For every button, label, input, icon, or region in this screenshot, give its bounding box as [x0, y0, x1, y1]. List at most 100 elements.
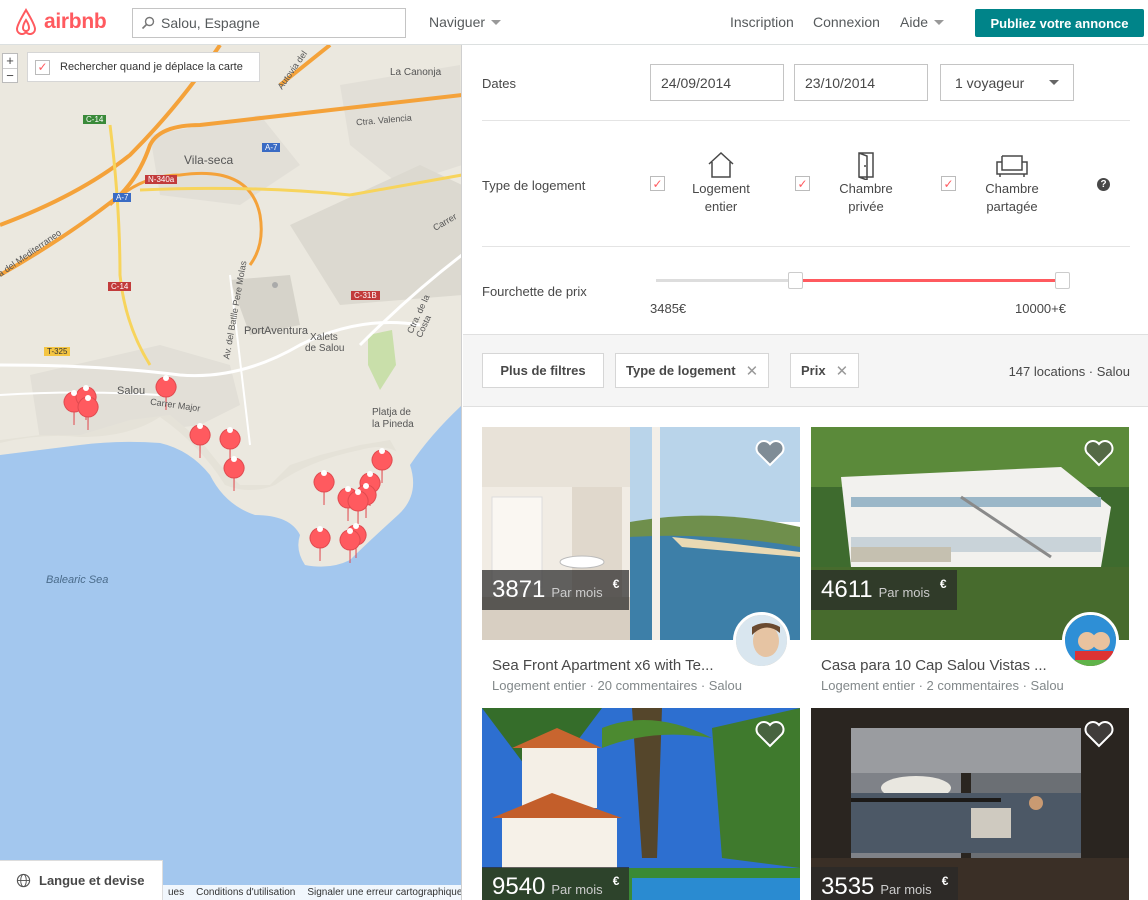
- map-footer-link[interactable]: ues: [168, 887, 184, 898]
- divider: [482, 246, 1130, 247]
- listing-currency: €: [612, 874, 620, 888]
- guests-select[interactable]: 1 voyageur: [940, 64, 1074, 101]
- checkout-input[interactable]: 23/10/2014: [794, 64, 928, 101]
- map-footer: ues Conditions d'utilisation Signaler un…: [163, 885, 461, 900]
- road-badge: T-325: [44, 347, 71, 356]
- close-icon[interactable]: ✕: [836, 362, 849, 380]
- listing-price: 3871: [492, 576, 546, 603]
- filters-panel: Dates 24/09/2014 23/10/2014 1 voyageur T…: [463, 45, 1148, 334]
- zoom-out-button[interactable]: −: [3, 68, 17, 83]
- price-tag: 3871 Par mois €: [482, 570, 630, 610]
- room-type-filter-chip[interactable]: Type de logement ✕: [615, 353, 770, 388]
- heart-icon[interactable]: [1083, 439, 1115, 467]
- signup-link[interactable]: Inscription: [730, 14, 794, 30]
- road-badge: C-14: [83, 115, 107, 124]
- price-filter-chip[interactable]: Prix ✕: [790, 353, 860, 388]
- search-as-move-label: Rechercher quand je déplace la carte: [60, 61, 243, 73]
- listing-photo[interactable]: 3871 Par mois €: [482, 427, 800, 640]
- map-canvas[interactable]: [0, 45, 462, 900]
- zoom-in-button[interactable]: +: [3, 54, 17, 68]
- location-search-input[interactable]: Salou, Espagne: [132, 8, 406, 38]
- price-range-label: Fourchette de prix: [482, 284, 587, 299]
- chevron-down-icon: [491, 19, 502, 25]
- room-type-chip-label: Type de logement: [626, 363, 736, 378]
- room-type-entire-line1: Logement: [692, 181, 750, 196]
- help-icon[interactable]: ?: [1097, 178, 1110, 191]
- price-tag: 3535 Par mois €: [811, 867, 959, 900]
- browse-menu[interactable]: Naviguer: [429, 14, 502, 30]
- result-count: 147 locations · Salou: [1008, 364, 1130, 379]
- airbnb-logo[interactable]: airbnb: [13, 7, 107, 37]
- map-report-error-link[interactable]: Signaler une erreur cartographique: [307, 887, 461, 898]
- logo-text: airbnb: [44, 10, 107, 33]
- search-icon: [141, 16, 155, 30]
- listing-price: 9540: [492, 873, 546, 900]
- heart-icon[interactable]: [754, 439, 786, 467]
- map-label-la-pineda: la Pineda: [372, 419, 414, 430]
- listing-grid: 3871 Par mois € Sea Front Apartment x6 w…: [463, 407, 1148, 900]
- room-type-entire-checkbox[interactable]: ✓: [650, 176, 665, 191]
- listing-photo[interactable]: 4611 Par mois €: [811, 427, 1129, 640]
- listing-photo[interactable]: 9540 Par mois €: [482, 708, 800, 900]
- host-avatar[interactable]: [1062, 612, 1119, 669]
- room-type-entire-line2: entier: [704, 199, 738, 214]
- listing-card[interactable]: 9540 Par mois €: [482, 708, 800, 900]
- list-your-space-button[interactable]: Publiez votre annonce: [975, 9, 1144, 37]
- guests-value: 1 voyageur: [955, 74, 1025, 91]
- listing-card[interactable]: 3871 Par mois € Sea Front Apartment x6 w…: [482, 427, 800, 693]
- login-link[interactable]: Connexion: [813, 14, 880, 30]
- price-max-handle[interactable]: [1055, 272, 1070, 289]
- browse-label: Naviguer: [429, 14, 486, 30]
- room-type-entire[interactable]: ✓ Logement entier: [650, 150, 763, 216]
- listing-card[interactable]: 3535 Par mois €: [811, 708, 1129, 900]
- search-as-map-moves[interactable]: ✓ Rechercher quand je déplace la carte: [27, 52, 260, 82]
- heart-icon[interactable]: [1083, 720, 1115, 748]
- road-badge: A-7: [262, 143, 281, 152]
- listing-price-period: Par mois: [878, 585, 930, 600]
- room-type-private-line2: privée: [848, 199, 884, 214]
- globe-icon: [16, 873, 31, 888]
- listing-meta: Logement entier · 2 commentaires · Salou: [821, 678, 1064, 693]
- price-min-value: 3485€: [650, 301, 687, 316]
- language-currency-label: Langue et devise: [39, 873, 145, 888]
- door-icon: [858, 152, 874, 180]
- room-type-private[interactable]: ✓ Chambre privée: [795, 150, 908, 216]
- listing-price-period: Par mois: [551, 882, 603, 897]
- room-type-private-checkbox[interactable]: ✓: [795, 176, 810, 191]
- listing-price: 3535: [821, 873, 875, 900]
- price-min-handle[interactable]: [788, 272, 803, 289]
- map-terms-link[interactable]: Conditions d'utilisation: [196, 887, 295, 898]
- more-filters-button[interactable]: Plus de filtres: [482, 353, 604, 388]
- listing-title[interactable]: Sea Front Apartment x6 with Te...: [482, 657, 722, 674]
- road-badge: N-340a: [145, 175, 178, 184]
- price-slider-range: [796, 279, 1062, 282]
- help-menu[interactable]: Aide: [900, 14, 945, 30]
- map-panel[interactable]: + − ✓ Rechercher quand je déplace la car…: [0, 45, 462, 900]
- help-label: Aide: [900, 14, 929, 30]
- search-as-move-checkbox[interactable]: ✓: [35, 59, 50, 75]
- airbnb-logo-icon: [15, 8, 37, 35]
- active-filter-bar: Plus de filtres Type de logement ✕ Prix …: [463, 334, 1148, 407]
- close-icon[interactable]: ✕: [746, 362, 759, 380]
- road-badge: C-14: [108, 282, 132, 291]
- language-currency-button[interactable]: Langue et devise: [0, 860, 163, 900]
- heart-icon[interactable]: [754, 720, 786, 748]
- zoom-control: + −: [2, 53, 18, 83]
- listing-photo[interactable]: 3535 Par mois €: [811, 708, 1129, 900]
- listing-card[interactable]: 4611 Par mois € Casa para 10 Cap Salou V…: [811, 427, 1129, 693]
- dates-label: Dates: [482, 76, 516, 91]
- listing-meta: Logement entier · 20 commentaires · Salo…: [492, 678, 743, 693]
- map-label-vila-seca: Vila-seca: [184, 153, 234, 167]
- price-chip-label: Prix: [801, 363, 826, 378]
- room-type-shared[interactable]: ✓ Chambre partagée: [941, 150, 1054, 216]
- road-badge: A-7: [113, 193, 132, 202]
- map-label-de-salou: de Salou: [305, 343, 345, 354]
- map-label-salou: Salou: [117, 385, 146, 397]
- room-type-private-line1: Chambre: [839, 181, 893, 196]
- listing-price: 4611: [821, 576, 873, 603]
- room-type-shared-checkbox[interactable]: ✓: [941, 176, 956, 191]
- checkin-input[interactable]: 24/09/2014: [650, 64, 784, 101]
- listing-title[interactable]: Casa para 10 Cap Salou Vistas ...: [811, 657, 1051, 674]
- chevron-down-icon: [934, 19, 945, 25]
- host-avatar[interactable]: [733, 612, 790, 669]
